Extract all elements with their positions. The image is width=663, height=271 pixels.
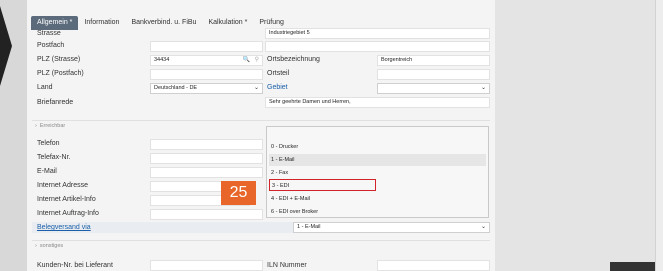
label-strasse: Strasse	[37, 30, 61, 37]
kunden-nr-input[interactable]	[150, 260, 263, 271]
label-internet-artikel: Internet Artikel-Info	[37, 196, 96, 203]
tab-bar: Allgemein * Information Bankverbind. u. …	[27, 16, 290, 30]
tab-kalkulation[interactable]: Kalkulation *	[202, 16, 253, 30]
label-kunden-nr: Kunden-Nr. bei Lieferant	[37, 262, 113, 269]
strasse-input[interactable]: Industriegebiet 5	[265, 28, 490, 39]
dropdown-option[interactable]: 4 - EDI + E-Mail	[269, 193, 486, 205]
plz-strasse-value: 34434	[154, 57, 170, 63]
telefon-input[interactable]	[150, 139, 263, 150]
belegversand-select[interactable]: 1 - E-Mail ⌄	[293, 222, 490, 233]
land-select[interactable]: Deutschland - DE ⌄	[150, 83, 263, 94]
step-badge: 25	[221, 181, 256, 205]
label-ortsbezeichnung: Ortsbezeichnung	[267, 56, 320, 63]
plz-strasse-input[interactable]: 34434 🔍 ⚲	[150, 55, 263, 66]
chevron-down-icon: ⌄	[480, 224, 486, 230]
left-nav-notch	[0, 6, 12, 86]
label-briefanrede: Briefanrede	[37, 99, 74, 106]
label-internet-auftrag: Internet Auftrag-Info	[37, 210, 99, 217]
section-sonstiges[interactable]: › sonstiges	[32, 240, 490, 251]
label-plz-postfach: PLZ (Postfach)	[37, 70, 84, 77]
gebiet-select[interactable]: ⌄	[377, 83, 490, 94]
chevron-down-icon: ⌄	[253, 85, 259, 91]
label-postfach: Postfach	[37, 42, 65, 49]
label-ortsteil: Ortsteil	[267, 70, 290, 77]
section-erreichbar-label: Erreichbar	[39, 123, 66, 129]
belegversand-value: 1 - E-Mail	[297, 224, 321, 230]
briefanrede-value: Sehr geehrte Damen und Herren,	[269, 99, 351, 105]
label-telefax: Telefax-Nr.	[37, 154, 71, 161]
internet-auftrag-input[interactable]	[150, 209, 263, 220]
briefanrede-input[interactable]: Sehr geehrte Damen und Herren,	[265, 97, 490, 108]
dropdown-option[interactable]: 0 - Drucker	[269, 141, 486, 153]
right-background	[495, 0, 663, 271]
chevron-down-icon: ⌄	[480, 85, 486, 91]
label-land: Land	[37, 84, 53, 91]
label-iln-nummer: ILN Nummer	[267, 262, 307, 269]
ortsbezeichnung-input[interactable]: Borgentreich	[377, 55, 490, 66]
postfach-right-input[interactable]	[265, 41, 490, 52]
section-sonstiges-label: sonstiges	[39, 243, 64, 249]
ortsteil-input[interactable]	[377, 69, 490, 80]
label-email: E-Mail	[37, 168, 57, 175]
dropdown-option-highlighted[interactable]: 3 - EDI	[269, 179, 376, 191]
strasse-value: Industriegebiet 5	[269, 30, 310, 36]
map-pin-icon[interactable]: ⚲	[255, 56, 259, 65]
right-scrollbar[interactable]	[655, 0, 663, 271]
label-belegversand[interactable]: Belegversand via	[37, 224, 91, 231]
land-value: Deutschland - DE	[154, 85, 198, 91]
tab-bankverbindung[interactable]: Bankverbind. u. FiBu	[125, 16, 202, 30]
label-internet-adresse: Internet Adresse	[37, 182, 88, 189]
ortsbezeichnung-value: Borgentreich	[381, 57, 413, 63]
search-icon[interactable]: 🔍	[243, 56, 250, 65]
dropdown-option[interactable]: 6 - EDI over Broker	[269, 206, 486, 218]
iln-nummer-input[interactable]	[377, 260, 490, 271]
plz-postfach-input[interactable]	[150, 69, 263, 80]
postfach-input[interactable]	[150, 41, 263, 52]
bottom-right-bar	[610, 262, 655, 271]
label-plz-strasse: PLZ (Strasse)	[37, 56, 81, 63]
label-gebiet[interactable]: Gebiet	[267, 84, 288, 91]
belegversand-dropdown: 0 - Drucker 1 - E-Mail 2 - Fax 3 - EDI 4…	[266, 126, 489, 218]
tab-information[interactable]: Information	[78, 16, 125, 30]
label-telefon: Telefon	[37, 140, 60, 147]
tab-allgemein[interactable]: Allgemein *	[31, 16, 79, 30]
dropdown-option[interactable]: 1 - E-Mail	[269, 154, 486, 166]
telefax-input[interactable]	[150, 153, 263, 164]
dropdown-option[interactable]: 2 - Fax	[269, 167, 486, 179]
email-input[interactable]	[150, 167, 263, 178]
